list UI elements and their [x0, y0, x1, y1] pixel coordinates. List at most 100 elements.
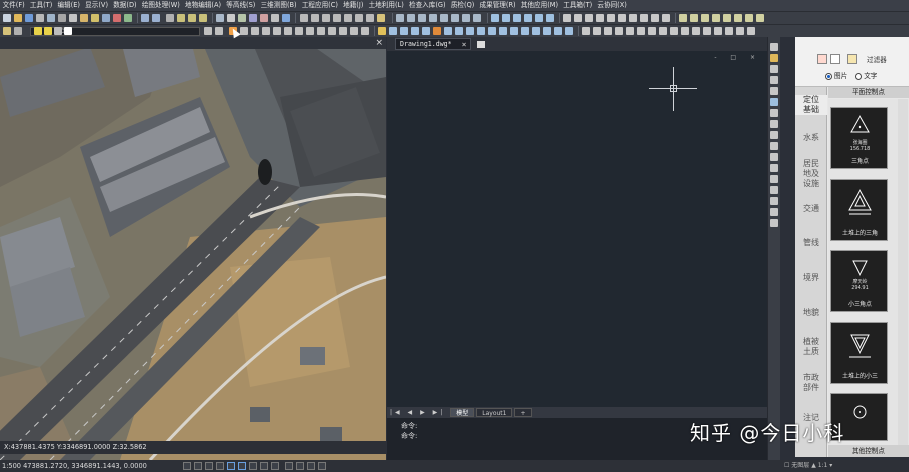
close-icon[interactable]: × [462, 40, 467, 49]
redo-icon[interactable] [152, 14, 160, 22]
preview-icon[interactable] [47, 14, 55, 22]
close-icon[interactable]: × [375, 37, 383, 49]
draw-line-icon[interactable] [491, 14, 499, 22]
zoom-realtime-icon[interactable] [177, 14, 185, 22]
chamfer-icon[interactable] [488, 27, 496, 35]
menu-item-view[interactable]: 显示(V) [83, 0, 111, 11]
zoom-previous-icon[interactable] [199, 14, 207, 22]
dim-style-icon[interactable] [692, 27, 700, 35]
dyn-toggle-icon[interactable] [260, 462, 268, 470]
layer-icon[interactable] [377, 14, 385, 22]
tab-layout1[interactable]: Layout1 [476, 408, 513, 417]
layer-manager-icon[interactable] [3, 27, 11, 35]
draw-ellipse-icon[interactable] [585, 14, 593, 22]
category-water[interactable]: 水系 [795, 133, 827, 143]
status-layer-scale[interactable]: ☐ 无图层 ▲ 1:1 ▾ [784, 460, 832, 472]
leader-icon[interactable] [648, 27, 656, 35]
v-join-icon[interactable] [770, 219, 778, 227]
layer-state-icon[interactable] [14, 27, 22, 35]
layer-isolate-icon[interactable] [240, 27, 248, 35]
otrack-icon[interactable] [734, 14, 742, 22]
tolerance-icon[interactable] [659, 27, 667, 35]
draw-revcloud-icon[interactable] [607, 14, 615, 22]
v-break-icon[interactable] [770, 208, 778, 216]
cut-icon[interactable] [58, 14, 66, 22]
osnap-icon[interactable] [723, 14, 731, 22]
radio-text[interactable]: 文字 [855, 70, 877, 80]
rectangle-icon[interactable] [344, 14, 352, 22]
aerial-image-viewport[interactable] [0, 37, 386, 460]
make-current-icon[interactable] [215, 27, 223, 35]
ortho-icon[interactable] [701, 14, 709, 22]
category-residential[interactable]: 居民地及设施 [795, 159, 827, 189]
symbol-mound-small-triangulation[interactable]: 土堆上的小三 [830, 322, 888, 384]
v-extend-icon[interactable] [770, 153, 778, 161]
markup-icon[interactable] [260, 14, 268, 22]
layer-lock-icon[interactable] [54, 27, 62, 35]
paste-icon[interactable] [80, 14, 88, 22]
category-municipal[interactable]: 市政部件 [795, 373, 827, 393]
dim-update-icon[interactable] [703, 27, 711, 35]
match-prop-icon[interactable] [91, 14, 99, 22]
stretch-icon[interactable] [422, 27, 430, 35]
angle-icon[interactable] [462, 14, 470, 22]
lwt-toggle-icon[interactable] [271, 462, 279, 470]
draw-point-icon[interactable] [618, 14, 626, 22]
layer-sun-icon[interactable] [44, 27, 52, 35]
coordinate-icon[interactable] [440, 14, 448, 22]
layer-color-icon[interactable] [64, 27, 72, 35]
v-array-icon[interactable] [770, 197, 778, 205]
explode-icon[interactable] [510, 27, 518, 35]
category-vegetation[interactable]: 植被土质 [795, 337, 827, 357]
ducs-toggle-icon[interactable] [249, 462, 257, 470]
circle-icon[interactable] [333, 14, 341, 22]
v-move-icon[interactable] [770, 98, 778, 106]
hatch-icon[interactable] [355, 14, 363, 22]
text-icon[interactable] [366, 14, 374, 22]
align-icon[interactable] [554, 27, 562, 35]
v-arc-icon[interactable] [770, 87, 778, 95]
pencil-icon[interactable] [378, 27, 386, 35]
break-icon[interactable] [466, 27, 474, 35]
draw-table-icon[interactable] [651, 14, 659, 22]
am-toggle-icon[interactable] [318, 462, 326, 470]
draw-spline-icon[interactable] [546, 14, 554, 22]
symbol-scrollbar[interactable] [898, 99, 908, 445]
menu-item-results[interactable]: 成果管理(R) [477, 0, 518, 11]
draw-circle-icon[interactable] [574, 14, 582, 22]
otrack-toggle-icon[interactable] [238, 462, 246, 470]
draw-donut-icon[interactable] [596, 14, 604, 22]
tab-drawing1[interactable]: Drawing1.dwg* × [395, 38, 472, 50]
dim-baseline-icon[interactable] [626, 27, 634, 35]
add-icon[interactable] [830, 54, 840, 64]
menu-item-qc[interactable]: 质检(Q) [448, 0, 477, 11]
v-rect-icon[interactable] [770, 76, 778, 84]
menu-item-check[interactable]: 检查入库(G) [406, 0, 448, 11]
save-icon[interactable] [25, 14, 33, 22]
help-icon[interactable] [282, 14, 290, 22]
v-polygon-icon[interactable] [770, 65, 778, 73]
tpy-toggle-icon[interactable] [285, 462, 293, 470]
polar-toggle-icon[interactable] [216, 462, 224, 470]
layer-freeze-icon[interactable] [262, 27, 270, 35]
ortho-toggle-icon[interactable] [205, 462, 213, 470]
mirror-icon[interactable] [532, 27, 540, 35]
snap-toggle-icon[interactable] [183, 462, 191, 470]
highlight-icon[interactable] [433, 27, 441, 35]
draw-ray-icon[interactable] [502, 14, 510, 22]
fillet-icon[interactable] [499, 27, 507, 35]
category-landform[interactable]: 地貌 [795, 308, 827, 318]
polyline-icon[interactable] [311, 14, 319, 22]
lineweight-icon[interactable] [745, 14, 753, 22]
calculator-icon[interactable] [271, 14, 279, 22]
zoom-window-icon[interactable] [188, 14, 196, 22]
layer-filter-icon[interactable] [361, 27, 369, 35]
v-fillet-icon[interactable] [770, 164, 778, 172]
dim-reassoc-icon[interactable] [736, 27, 744, 35]
symbol-mound-triangulation[interactable]: 土堆上的三角 [830, 179, 888, 241]
v-mirror-icon[interactable] [770, 186, 778, 194]
line-icon[interactable] [300, 14, 308, 22]
measure-icon[interactable] [396, 14, 404, 22]
block-icon[interactable] [102, 14, 110, 22]
array-icon[interactable] [543, 27, 551, 35]
